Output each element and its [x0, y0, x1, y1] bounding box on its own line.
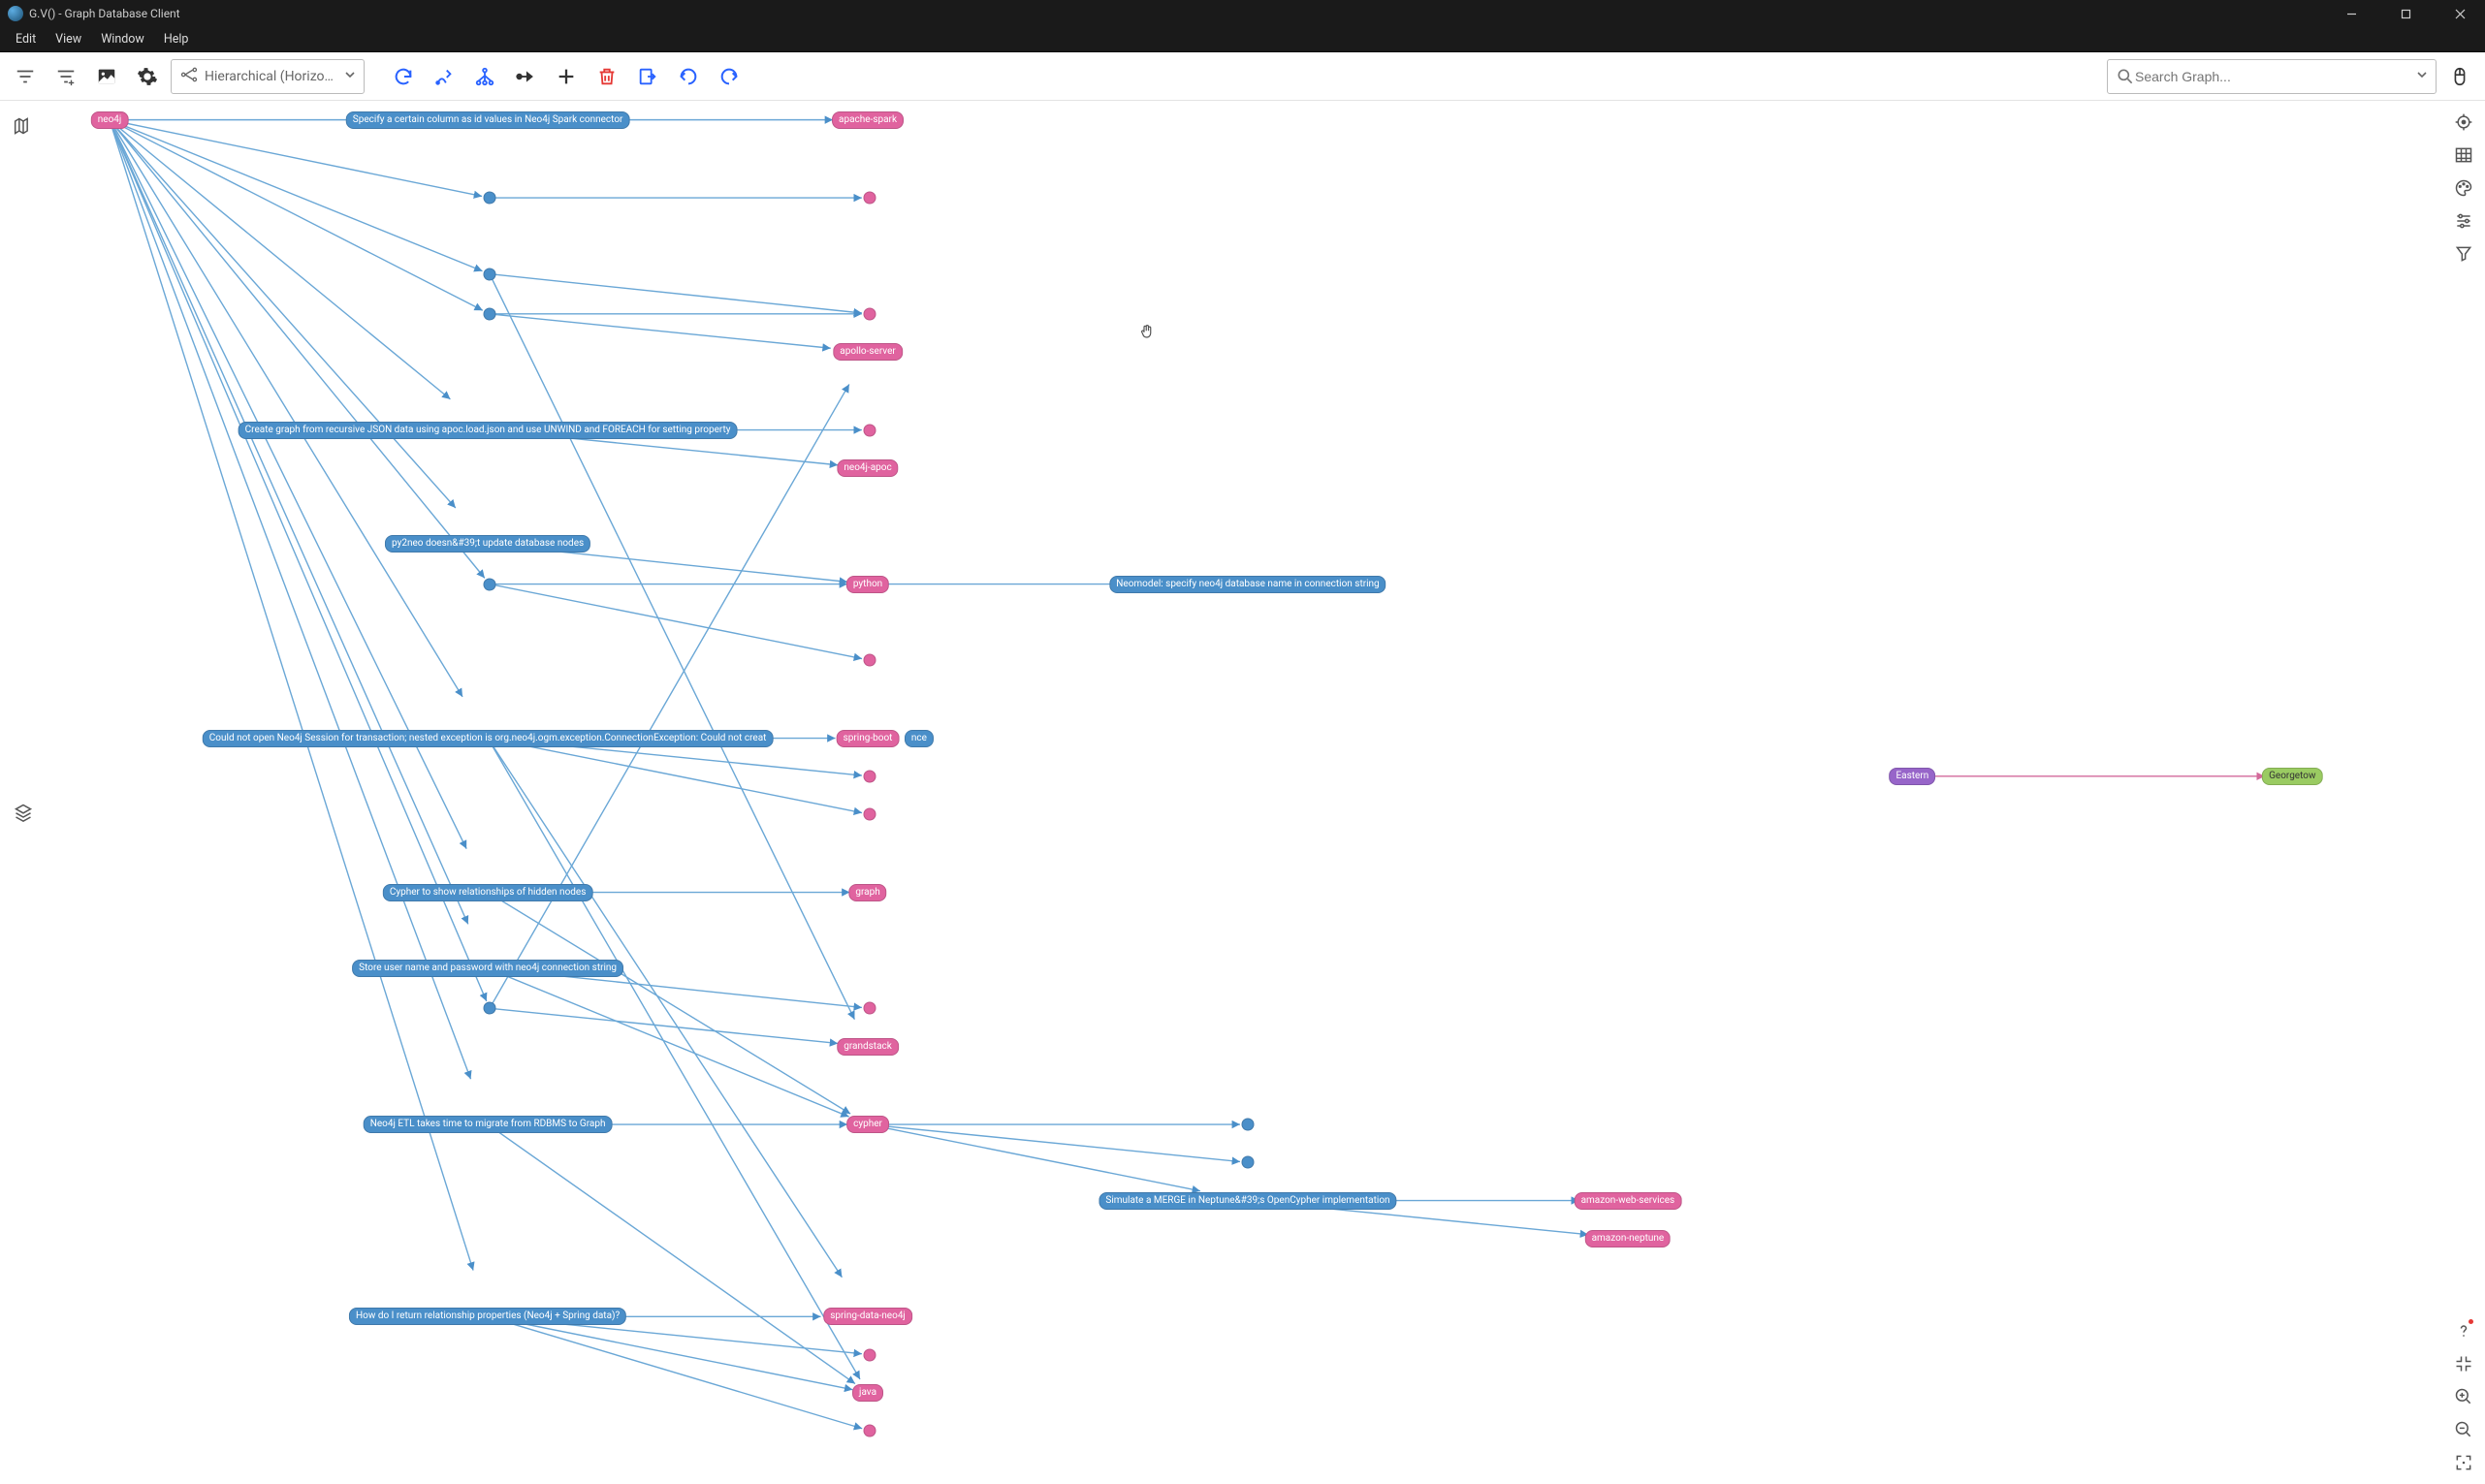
undo-button[interactable]	[671, 59, 706, 94]
search-input[interactable]	[2135, 69, 2410, 84]
chevron-down-icon	[2416, 69, 2428, 84]
right-float-bottom-tools	[2450, 1317, 2477, 1476]
edge-button[interactable]	[508, 59, 543, 94]
chevron-down-icon	[344, 69, 356, 84]
graph-workspace[interactable]: neo4j Specify a certain column as id valu…	[0, 101, 2485, 1484]
graph-node[interactable]: nce	[905, 730, 934, 747]
sliders-button[interactable]	[2450, 207, 2477, 235]
hierarchy-button[interactable]	[467, 59, 502, 94]
graph-node[interactable]	[863, 1002, 876, 1015]
edges-layer	[0, 101, 2485, 1484]
window-maximize-button[interactable]	[2388, 4, 2423, 23]
graph-node[interactable]: amazon-neptune	[1585, 1230, 1672, 1247]
locate-button[interactable]	[2450, 109, 2477, 136]
redo-button[interactable]	[712, 59, 747, 94]
toolbar: Hierarchical (Horizo…	[0, 52, 2485, 101]
add-button[interactable]	[549, 59, 584, 94]
search-box[interactable]	[2107, 59, 2437, 94]
graph-node[interactable]	[863, 808, 876, 821]
layers-button[interactable]	[10, 799, 37, 826]
right-float-tools	[2450, 109, 2477, 268]
zoom-out-button[interactable]	[2450, 1416, 2477, 1443]
collapse-button[interactable]	[2450, 1350, 2477, 1377]
graph-node[interactable]: Neomodel: specify neo4j database name in…	[1109, 576, 1386, 593]
window-minimize-button[interactable]	[2334, 4, 2369, 23]
graph-node[interactable]: grandstack	[837, 1038, 899, 1056]
mouse-mode-button[interactable]	[2442, 59, 2477, 94]
window-controls	[2334, 4, 2477, 23]
graph-node[interactable]: neo4j-apoc	[837, 459, 898, 477]
graph-node[interactable]: Store user name and password with neo4j …	[352, 960, 623, 977]
graph-node[interactable]	[483, 578, 495, 590]
refresh-button[interactable]	[386, 59, 421, 94]
app-icon	[8, 6, 23, 21]
window-titlebar: G.V() - Graph Database Client	[0, 0, 2485, 27]
graph-node[interactable]	[483, 1002, 495, 1015]
menubar: Edit View Window Help	[0, 27, 2485, 52]
graph-node[interactable]: graph	[848, 884, 886, 901]
export-button[interactable]	[630, 59, 665, 94]
graph-node[interactable]	[863, 770, 876, 782]
graph-node[interactable]: Simulate a MERGE in Neptune&#39;s OpenCy…	[1099, 1192, 1396, 1210]
graph-node[interactable]	[863, 307, 876, 320]
layout-label: Hierarchical (Horizo…	[205, 69, 338, 84]
table-view-button[interactable]	[2450, 142, 2477, 169]
graph-node[interactable]	[863, 654, 876, 667]
left-float-tools	[10, 112, 37, 826]
graph-node[interactable]	[483, 268, 495, 280]
graph-node[interactable]	[863, 1425, 876, 1437]
filter-button[interactable]	[8, 59, 43, 94]
menu-edit[interactable]: Edit	[6, 29, 46, 49]
graph-node[interactable]	[863, 1348, 876, 1361]
graph-node[interactable]	[863, 192, 876, 205]
layout-icon	[179, 65, 199, 88]
image-button[interactable]	[89, 59, 124, 94]
zoom-in-button[interactable]	[2450, 1383, 2477, 1410]
graph-node[interactable]: Specify a certain column as id values in…	[346, 111, 630, 129]
filter-add-button[interactable]	[48, 59, 83, 94]
graph-node[interactable]: spring-data-neo4j	[823, 1308, 912, 1325]
menu-help[interactable]: Help	[154, 29, 199, 49]
fullscreen-button[interactable]	[2450, 1449, 2477, 1476]
graph-node[interactable]	[483, 307, 495, 320]
window-title: G.V() - Graph Database Client	[29, 7, 2334, 20]
window-close-button[interactable]	[2442, 4, 2477, 23]
menu-window[interactable]: Window	[91, 29, 154, 49]
graph-node[interactable]: amazon-web-services	[1575, 1192, 1682, 1210]
graph-node[interactable]	[1241, 1119, 1254, 1131]
settings-button[interactable]	[130, 59, 165, 94]
graph-node[interactable]: Create graph from recursive JSON data us…	[239, 422, 738, 439]
filter-panel-button[interactable]	[2450, 240, 2477, 268]
menu-view[interactable]: View	[46, 29, 91, 49]
graph-node[interactable]	[863, 424, 876, 436]
delete-button[interactable]	[589, 59, 624, 94]
graph-node[interactable]: apollo-server	[833, 343, 903, 361]
graph-node[interactable]: java	[852, 1384, 883, 1402]
graph-node[interactable]: apache-spark	[832, 111, 904, 129]
help-button[interactable]	[2450, 1317, 2477, 1344]
graph-node[interactable]: spring-boot	[837, 730, 900, 747]
layout-select[interactable]: Hierarchical (Horizo…	[171, 59, 365, 94]
graph-node[interactable]: Could not open Neo4j Session for transac…	[203, 730, 774, 747]
palette-button[interactable]	[2450, 174, 2477, 202]
search-icon	[2116, 67, 2135, 86]
graph-node[interactable]: Georgetow	[2262, 768, 2322, 785]
graph-node[interactable]: py2neo doesn&#39;t update database nodes	[385, 535, 590, 553]
graph-node[interactable]	[1241, 1156, 1254, 1169]
graph-node[interactable]: cypher	[846, 1116, 889, 1133]
minimap-button[interactable]	[10, 112, 37, 140]
auto-layout-button[interactable]	[427, 59, 462, 94]
graph-node[interactable]: Neo4j ETL takes time to migrate from RDB…	[364, 1116, 613, 1133]
graph-node[interactable]	[483, 192, 495, 205]
graph-node[interactable]: How do I return relationship properties …	[349, 1308, 626, 1325]
graph-node[interactable]: python	[846, 576, 889, 593]
graph-canvas[interactable]: neo4j Specify a certain column as id valu…	[0, 101, 2485, 1484]
graph-node[interactable]: Cypher to show relationships of hidden n…	[383, 884, 593, 901]
graph-node[interactable]: Eastern	[1889, 768, 1935, 785]
graph-node[interactable]: neo4j	[91, 111, 129, 129]
cursor-hand-icon	[1138, 323, 1156, 340]
